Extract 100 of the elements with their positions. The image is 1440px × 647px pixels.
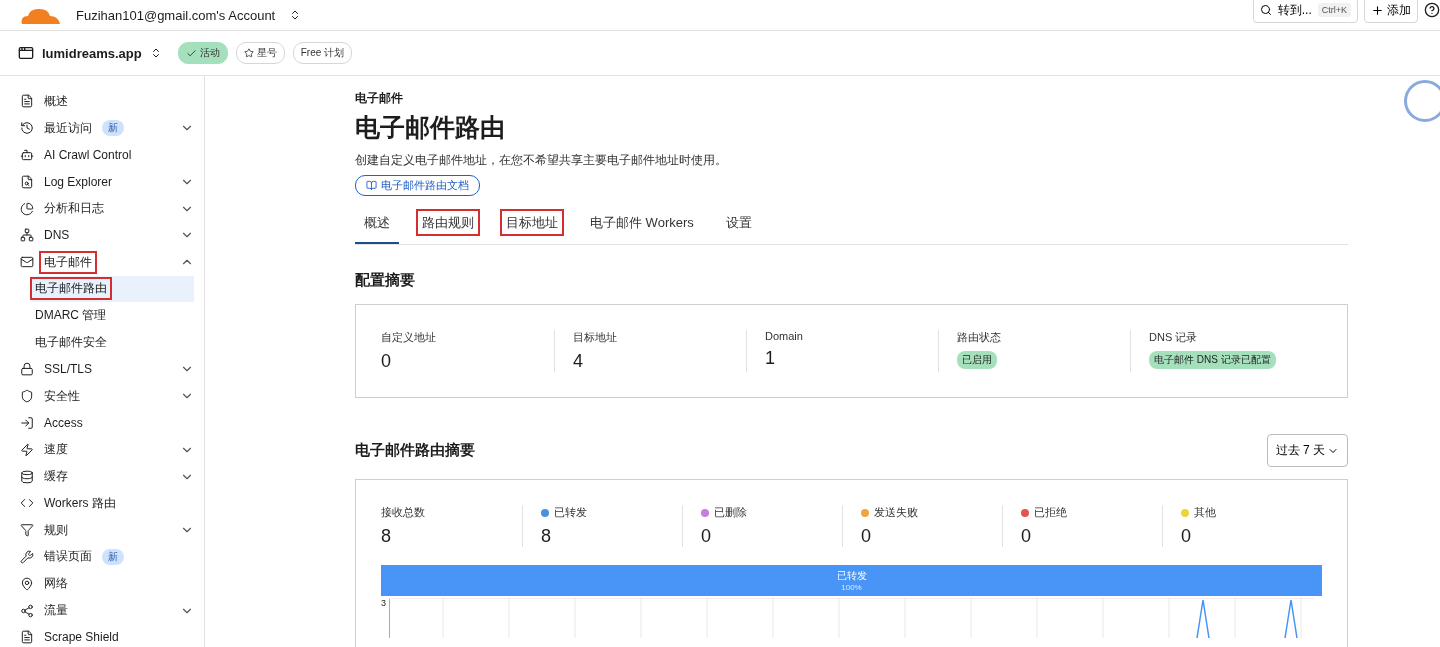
sidebar-item[interactable]: 概述 (0, 88, 204, 115)
stat-label: 自定义地址 (381, 330, 437, 345)
highlight-frame: 速度 (41, 440, 71, 460)
status-pill: 活动 (177, 42, 228, 64)
range-dropdown[interactable]: 过去 7 天 (1266, 434, 1348, 467)
page-description: 创建自定义电子邮件地址，在您不希望共享主要电子邮件地址时使用。 (355, 152, 728, 169)
sidebar-item[interactable]: Access (0, 409, 204, 437)
sidebar-item[interactable]: 流量 (0, 597, 204, 624)
sidebar-subitem[interactable]: 电子邮件路由 (32, 275, 194, 303)
highlight-frame: Scrape Shield (41, 629, 122, 646)
tab[interactable]: 设置 (716, 206, 761, 244)
sidebar-subitem[interactable]: 电子邮件安全 (32, 329, 194, 356)
metric-value: 0 (701, 526, 712, 547)
check-icon (185, 47, 197, 59)
book-icon (366, 180, 377, 191)
tab[interactable]: 概述 (355, 206, 399, 244)
highlight-frame: 错误页面 (41, 547, 95, 567)
new-badge: 新 (102, 120, 124, 137)
highlight-frame: Access (41, 414, 86, 431)
sidebar-item[interactable]: 缓存 (0, 463, 204, 490)
sidebar-item[interactable]: SSL/TLS (0, 355, 204, 383)
nav-icon (20, 255, 34, 270)
nav-icon (20, 630, 34, 645)
sidebar-item[interactable]: 最近访问 新 (0, 114, 204, 142)
highlight-frame: 电子邮件 (41, 252, 95, 272)
metric-label: 已删除 (714, 505, 747, 520)
plus-icon (1371, 3, 1384, 17)
sidebar-item[interactable]: 速度 (0, 436, 204, 464)
window-icon (18, 45, 34, 61)
nav-icon (20, 121, 34, 136)
status-pill: 已启用 (957, 351, 997, 369)
stat-value: 4 (573, 351, 584, 372)
sidebar-item[interactable]: Log Explorer (0, 168, 204, 196)
tab[interactable]: 电子邮件 Workers (581, 206, 703, 244)
nav-icon (20, 362, 34, 377)
status-pill: 电子邮件 DNS 记录已配置 (1149, 351, 1276, 369)
breadcrumb: 电子邮件 (355, 90, 404, 107)
new-badge: 新 (102, 548, 124, 565)
docs-link[interactable]: 电子邮件路由文档 (355, 175, 480, 196)
nav-icon (20, 415, 34, 430)
tab[interactable]: 路由规则 (413, 206, 483, 244)
metric-value: 0 (861, 526, 872, 547)
nav-icon (20, 201, 34, 216)
domain-name: lumidreams.app (42, 45, 142, 61)
metric-value: 0 (1181, 526, 1192, 547)
sidebar-item[interactable]: 分析和日志 (0, 195, 204, 222)
metric-value: 8 (541, 526, 552, 547)
metric-label: 发送失败 (874, 505, 918, 520)
search-button[interactable]: 转到... Ctrl+K (1252, 0, 1358, 23)
star-icon (243, 48, 254, 58)
metric-label: 已转发 (554, 505, 587, 520)
highlight-frame: SSL/TLS (41, 361, 96, 378)
nav-icon (20, 228, 34, 243)
highlight-frame: 规则 (41, 520, 71, 540)
highlight-frame: Workers 路由 (41, 493, 119, 513)
highlight-frame: DNS (41, 227, 73, 244)
stat-label: DNS 记录 (1149, 330, 1199, 345)
highlight-frame: AI Crawl Control (41, 147, 135, 163)
add-button[interactable]: 添加 (1364, 0, 1418, 23)
sidebar-item[interactable]: AI Crawl Control (0, 141, 204, 169)
nav-icon (20, 174, 34, 189)
highlight-frame: 安全性 (41, 386, 83, 406)
plan-pill: Free 计划 (292, 42, 353, 64)
star-button[interactable]: 星号 (235, 42, 285, 64)
sidebar-item[interactable]: 网络 (0, 570, 204, 598)
nav-icon (20, 442, 34, 457)
highlight-frame: 最近访问 (41, 118, 95, 138)
stat-value: 1 (765, 348, 776, 369)
highlight-frame: 流量 (41, 601, 71, 621)
page-title: 电子邮件路由 (355, 112, 506, 143)
share-fill: 已转发 100% (381, 565, 1322, 596)
nav-icon (20, 148, 34, 162)
highlight-frame: 网络 (41, 574, 71, 594)
search-icon (1259, 4, 1272, 16)
sidebar-item[interactable]: 电子邮件 (0, 248, 204, 276)
help-icon[interactable] (1424, 2, 1440, 18)
sidebar-subitem[interactable]: DMARC 管理 (32, 302, 194, 330)
account-name: Fuzihan101@gmail.com's Account (76, 7, 276, 23)
sidebar-item[interactable]: 安全性 (0, 382, 204, 410)
sidebar-item[interactable]: Workers 路由 (0, 489, 204, 517)
metric-value: 0 (1021, 526, 1032, 547)
tab[interactable]: 目标地址 (497, 206, 567, 244)
metric-value: 8 (381, 526, 392, 547)
stat-label: 路由状态 (957, 330, 1002, 345)
highlight-frame: Log Explorer (41, 173, 116, 190)
nav-icon (20, 469, 34, 484)
nav-icon (20, 94, 34, 109)
sidebar-item[interactable]: Scrape Shield (0, 623, 204, 647)
sidebar-item[interactable]: 错误页面 新 (0, 543, 204, 571)
stat-value: 0 (381, 351, 392, 372)
sidebar-item[interactable]: 规则 (0, 516, 204, 544)
nav-icon (20, 603, 34, 618)
axis-tick-label: 3 (381, 598, 386, 610)
nav-icon (20, 523, 34, 538)
section-title: 电子邮件路由摘要 (355, 441, 475, 460)
sidebar-item[interactable]: DNS (0, 222, 204, 249)
highlight-frame: 缓存 (41, 467, 71, 487)
stat-label: 目标地址 (573, 330, 618, 345)
highlight-frame: 分析和日志 (41, 199, 107, 219)
section-title: 配置摘要 (355, 271, 416, 290)
